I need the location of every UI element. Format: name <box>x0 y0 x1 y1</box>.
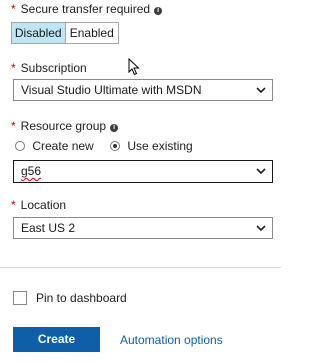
subscription-value: Visual Studio Ultimate with MSDN <box>21 83 202 97</box>
mouse-cursor-icon <box>128 58 140 76</box>
secure-transfer-label-text: Secure transfer required <box>20 2 151 16</box>
location-label-text: Location <box>20 198 67 212</box>
required-asterisk: * <box>11 198 16 212</box>
toggle-disabled-option[interactable]: Disabled <box>12 23 66 43</box>
create-button[interactable]: Create <box>13 327 100 352</box>
required-asterisk: * <box>11 61 16 75</box>
toggle-enabled-option[interactable]: Enabled <box>66 23 119 43</box>
radio-create-new[interactable]: Create new <box>15 139 94 153</box>
location-label: * Location <box>11 198 66 212</box>
info-icon[interactable]: i <box>154 7 163 15</box>
resource-group-input[interactable]: g56 <box>13 160 273 183</box>
chevron-down-icon <box>256 225 266 232</box>
resource-group-label: * Resource group i <box>11 119 119 133</box>
automation-options-link[interactable]: Automation options <box>120 333 223 347</box>
radio-use-existing-button[interactable] <box>110 141 120 151</box>
pin-to-dashboard-label: Pin to dashboard <box>36 291 127 305</box>
radio-create-new-button[interactable] <box>15 141 25 151</box>
location-value: East US 2 <box>21 221 76 235</box>
subscription-select[interactable]: Visual Studio Ultimate with MSDN <box>13 79 273 101</box>
required-asterisk: * <box>11 2 16 16</box>
pin-to-dashboard-checkbox[interactable] <box>13 291 27 305</box>
radio-create-new-label: Create new <box>32 139 94 153</box>
subscription-label-text: Subscription <box>20 61 87 75</box>
info-icon[interactable]: i <box>110 124 119 132</box>
chevron-down-icon <box>256 168 266 175</box>
secure-transfer-label: * Secure transfer required i <box>11 2 163 16</box>
resource-group-value: g56 <box>21 164 42 178</box>
required-asterisk: * <box>11 119 16 133</box>
radio-use-existing[interactable]: Use existing <box>110 139 193 153</box>
resource-group-label-text: Resource group <box>20 119 107 133</box>
subscription-label: * Subscription <box>11 61 87 75</box>
secure-transfer-toggle[interactable]: Disabled Enabled <box>11 22 119 44</box>
radio-use-existing-label: Use existing <box>127 139 193 153</box>
chevron-down-icon <box>256 87 266 94</box>
location-select[interactable]: East US 2 <box>13 217 273 239</box>
divider <box>0 267 281 268</box>
